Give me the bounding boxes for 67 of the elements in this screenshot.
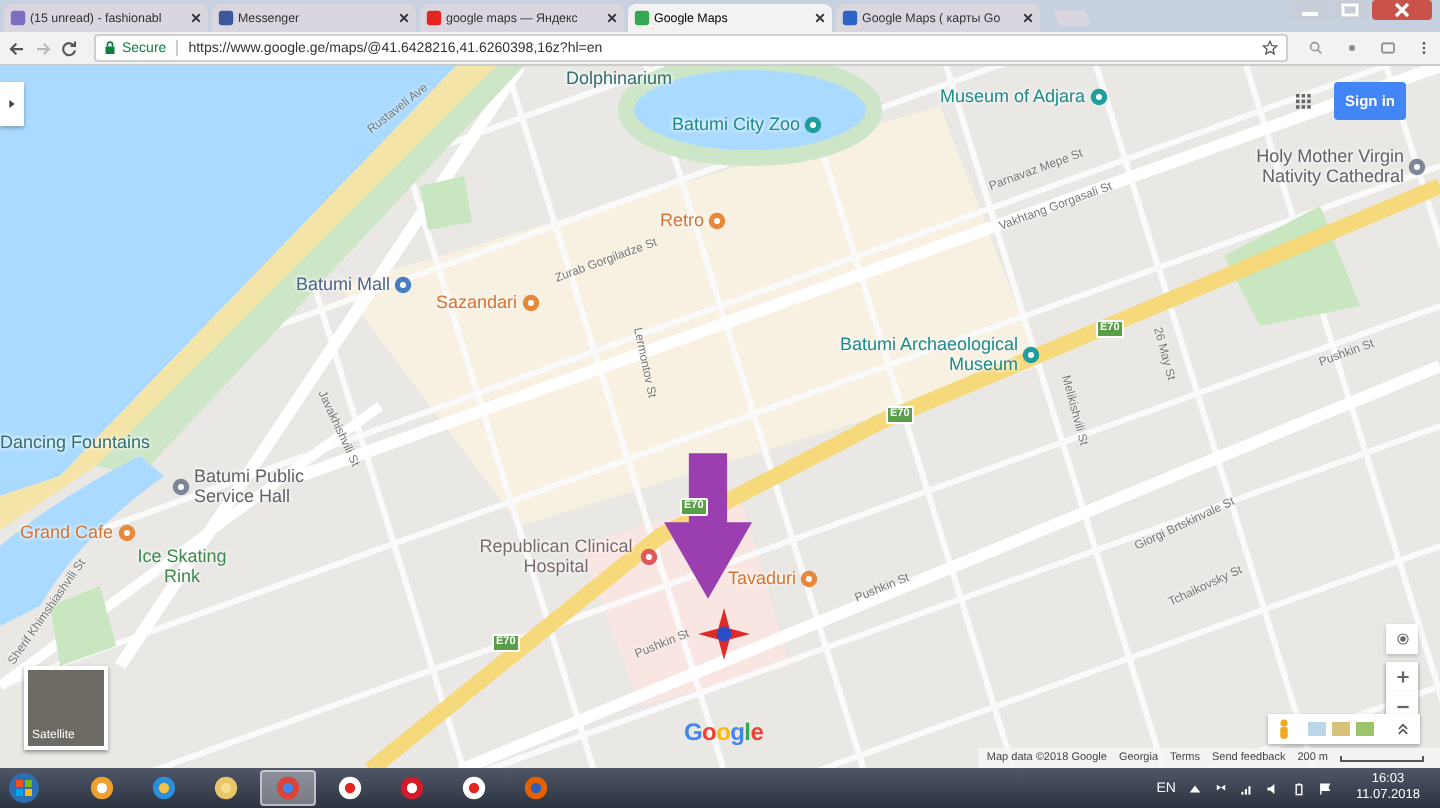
caret-up-icon[interactable]: [1187, 781, 1202, 795]
signal-icon[interactable]: [1239, 781, 1254, 795]
app-icon: [338, 776, 362, 800]
app-icon: [152, 776, 176, 800]
place-pin-icon[interactable]: [1089, 87, 1108, 105]
reload-icon[interactable]: [60, 39, 78, 57]
app-icon: [462, 776, 486, 800]
bookmark-star-icon[interactable]: [1262, 40, 1278, 56]
tab-favicon-icon: [842, 10, 858, 26]
close-icon[interactable]: [606, 12, 618, 24]
place-label[interactable]: Batumi Archaeological Museum: [810, 334, 1018, 374]
terrain-thumbnail[interactable]: [1332, 722, 1350, 736]
close-icon[interactable]: [398, 12, 410, 24]
place-pin-icon[interactable]: [172, 477, 190, 495]
place-pin-icon[interactable]: [804, 115, 823, 133]
place-pin-icon[interactable]: [708, 211, 727, 229]
crosshair-icon: [1395, 632, 1409, 646]
place-label[interactable]: Retro: [660, 210, 705, 230]
my-location-button[interactable]: [1386, 624, 1418, 654]
place-label[interactable]: Batumi Mall: [296, 274, 391, 294]
place-label[interactable]: Dancing Fountains: [0, 432, 151, 452]
location-star-marker: [698, 608, 750, 660]
imagery-thumbnail[interactable]: [1356, 722, 1374, 736]
place-pin-icon[interactable]: [521, 293, 540, 311]
close-icon[interactable]: [190, 12, 202, 24]
place-label[interactable]: Holy Mother Virgin Nativity Cathedral: [1196, 146, 1404, 186]
place-pin-icon[interactable]: [394, 275, 413, 293]
battery-icon[interactable]: [1291, 781, 1306, 795]
tab-favicon-icon: [10, 10, 26, 26]
app-icon: [276, 776, 300, 800]
app-icon: [400, 776, 424, 800]
close-icon[interactable]: [814, 12, 826, 24]
place-pin-icon[interactable]: [800, 569, 819, 587]
plus-icon: [1395, 670, 1409, 684]
search-icon[interactable]: [1308, 40, 1324, 56]
place-pin-icon[interactable]: [640, 547, 658, 565]
tab-favicon-icon: [634, 10, 650, 26]
app-icon: [214, 776, 238, 800]
app-icon: [90, 776, 114, 800]
extension-dot-icon[interactable]: [1344, 40, 1360, 56]
place-label[interactable]: Batumi Public Service Hall: [194, 466, 326, 506]
google-logo: Google: [684, 718, 764, 746]
imagery-thumbnail[interactable]: [1308, 722, 1326, 736]
scale-bar: [1340, 755, 1424, 761]
place-pin-icon[interactable]: [1408, 157, 1426, 175]
close-icon[interactable]: [1022, 12, 1034, 24]
place-label[interactable]: Sazandari: [436, 292, 518, 312]
app-icon: [524, 776, 548, 800]
lock-icon: [104, 40, 116, 56]
side-panel-toggle[interactable]: [0, 82, 24, 126]
place-pin-icon[interactable]: [117, 523, 136, 541]
caret-icon: [8, 98, 16, 110]
place-label[interactable]: Ice Skating Rink: [132, 546, 232, 586]
minus-icon: [1395, 700, 1409, 714]
tab-favicon-icon: [426, 10, 442, 26]
extension-square-icon[interactable]: [1380, 40, 1396, 56]
place-pin-icon[interactable]: [1022, 345, 1040, 363]
apps-grid-icon[interactable]: [1296, 94, 1312, 110]
flag-icon[interactable]: [1317, 781, 1332, 795]
place-label[interactable]: Museum of Adjara: [940, 86, 1086, 106]
place-label[interactable]: Republican Clinical Hospital: [476, 536, 636, 576]
volume-icon[interactable]: [1265, 781, 1280, 795]
place-label[interactable]: Dolphinarium: [566, 68, 673, 88]
back-icon[interactable]: [8, 39, 26, 57]
start-button[interactable]: [8, 772, 40, 804]
chevron-up-icon[interactable]: [1396, 722, 1410, 736]
tab-favicon-icon: [218, 10, 234, 26]
